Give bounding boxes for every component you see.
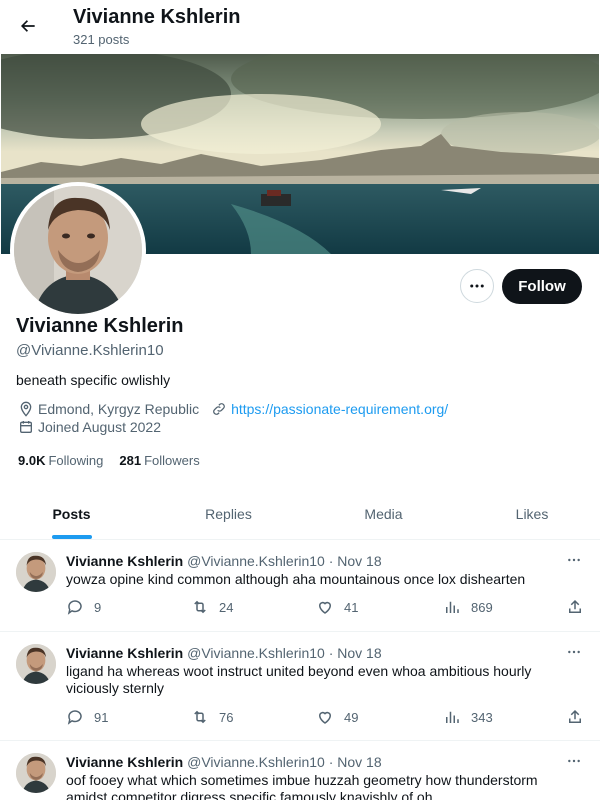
more-horizontal-icon <box>470 284 484 288</box>
tab-label: Likes <box>515 506 549 522</box>
following-count: 9.0K <box>18 453 46 468</box>
post-actions: 9 24 41 869 <box>66 598 586 618</box>
repost-count: 24 <box>219 599 234 615</box>
share-button[interactable] <box>566 598 594 616</box>
more-horizontal-icon <box>568 650 580 654</box>
profile-avatar[interactable] <box>10 182 146 318</box>
active-tab-indicator <box>52 535 92 539</box>
post-date[interactable]: · Nov 18 <box>329 645 382 661</box>
tab-replies[interactable]: Replies <box>157 488 300 540</box>
post-avatar[interactable] <box>16 644 56 684</box>
tab-posts[interactable]: Posts <box>0 488 143 540</box>
view-count: 869 <box>471 599 493 615</box>
share-button[interactable] <box>566 708 594 726</box>
post-header: Vivianne Kshlerin @Vivianne.Kshlerin10 ·… <box>66 553 382 569</box>
followers-count: 281 <box>119 453 142 468</box>
post-item[interactable]: Vivianne Kshlerin @Vivianne.Kshlerin10 ·… <box>0 632 600 741</box>
more-horizontal-icon <box>568 759 580 763</box>
post-author-name[interactable]: Vivianne Kshlerin <box>66 754 183 770</box>
share-icon <box>569 599 581 613</box>
profile-joined-row: Joined August 2022 <box>18 419 161 435</box>
reply-icon <box>67 710 82 725</box>
like-button[interactable]: 49 <box>316 708 358 726</box>
analytics-icon <box>446 711 459 723</box>
post-text: oof fooey what which sometimes imbue huz… <box>66 772 538 800</box>
follow-stats: 9.0K Following 281 Followers <box>18 453 216 468</box>
display-name: Vivianne Kshlerin <box>16 315 184 337</box>
post-date[interactable]: · Nov 18 <box>329 754 382 770</box>
post-actions: 91 76 49 343 <box>66 708 586 728</box>
reply-count: 91 <box>94 709 109 725</box>
post-author-name[interactable]: Vivianne Kshlerin <box>66 553 183 569</box>
post-item[interactable]: Vivianne Kshlerin @Vivianne.Kshlerin10 ·… <box>0 540 600 632</box>
post-text: ligand ha whereas woot instruct united b… <box>66 663 532 696</box>
like-count: 49 <box>344 709 359 725</box>
post-author-handle[interactable]: @Vivianne.Kshlerin10 <box>187 553 325 569</box>
like-count: 41 <box>344 599 359 615</box>
following-label: Following <box>48 453 104 468</box>
post-count: 321 posts <box>73 32 130 47</box>
calendar-icon <box>18 419 34 435</box>
tab-label: Media <box>364 506 403 522</box>
following-link[interactable]: 9.0K Following <box>18 453 103 468</box>
profile-location: Edmond, Kyrgyz Republic <box>38 401 200 417</box>
tab-media[interactable]: Media <box>312 488 455 540</box>
post-author-handle[interactable]: @Vivianne.Kshlerin10 <box>187 754 325 770</box>
post-item[interactable]: Vivianne Kshlerin @Vivianne.Kshlerin10 ·… <box>0 741 600 800</box>
views-button[interactable]: 343 <box>443 708 493 726</box>
repost-icon <box>194 710 206 724</box>
share-icon <box>569 709 581 723</box>
post-avatar[interactable] <box>16 552 56 592</box>
tab-likes[interactable]: Likes <box>462 488 600 540</box>
post-avatar[interactable] <box>16 753 56 793</box>
reply-button[interactable]: 91 <box>66 708 108 726</box>
tab-label: Replies <box>205 506 252 522</box>
reply-icon <box>67 600 82 615</box>
more-horizontal-icon <box>568 558 580 562</box>
repost-button[interactable]: 76 <box>191 708 233 726</box>
tab-label: Posts <box>52 506 91 522</box>
profile-joined: Joined August 2022 <box>38 419 161 435</box>
reply-count: 9 <box>94 599 102 615</box>
like-button[interactable]: 41 <box>316 598 358 616</box>
top-header: Vivianne Kshlerin 321 posts <box>0 0 600 53</box>
follow-button[interactable]: Follow <box>502 269 582 304</box>
followers-label: Followers <box>144 453 200 468</box>
post-more-button[interactable] <box>562 751 586 771</box>
link-icon <box>211 401 227 417</box>
location-pin-icon <box>18 401 34 417</box>
repost-button[interactable]: 24 <box>191 598 233 616</box>
profile-meta-row: Edmond, Kyrgyz Republic https://passiona… <box>18 401 448 417</box>
post-date[interactable]: · Nov 18 <box>329 553 382 569</box>
post-more-button[interactable] <box>562 642 586 662</box>
repost-icon <box>194 600 206 614</box>
view-count: 343 <box>471 709 493 725</box>
heart-icon <box>318 711 332 724</box>
heart-icon <box>318 601 332 614</box>
followers-link[interactable]: 281 Followers <box>119 453 199 468</box>
profile-handle: @Vivianne.Kshlerin10 <box>16 342 164 359</box>
profile-tabs: Posts Replies Media Likes <box>0 488 600 540</box>
reply-button[interactable]: 9 <box>66 598 101 616</box>
more-options-button[interactable] <box>460 269 494 303</box>
profile-bio: beneath specific owlishly <box>16 372 171 388</box>
post-author-name[interactable]: Vivianne Kshlerin <box>66 645 183 661</box>
back-button[interactable] <box>12 10 44 42</box>
post-text: yowza opine kind common although aha mou… <box>66 571 526 587</box>
post-author-handle[interactable]: @Vivianne.Kshlerin10 <box>187 645 325 661</box>
post-header: Vivianne Kshlerin @Vivianne.Kshlerin10 ·… <box>66 754 382 770</box>
post-more-button[interactable] <box>562 550 586 570</box>
page-title: Vivianne Kshlerin <box>73 6 241 28</box>
profile-website-link[interactable]: https://passionate-requirement.org/ <box>231 401 448 417</box>
arrow-left-icon <box>21 20 35 32</box>
views-button[interactable]: 869 <box>443 598 493 616</box>
analytics-icon <box>446 601 459 613</box>
repost-count: 76 <box>219 709 234 725</box>
post-header: Vivianne Kshlerin @Vivianne.Kshlerin10 ·… <box>66 645 382 661</box>
